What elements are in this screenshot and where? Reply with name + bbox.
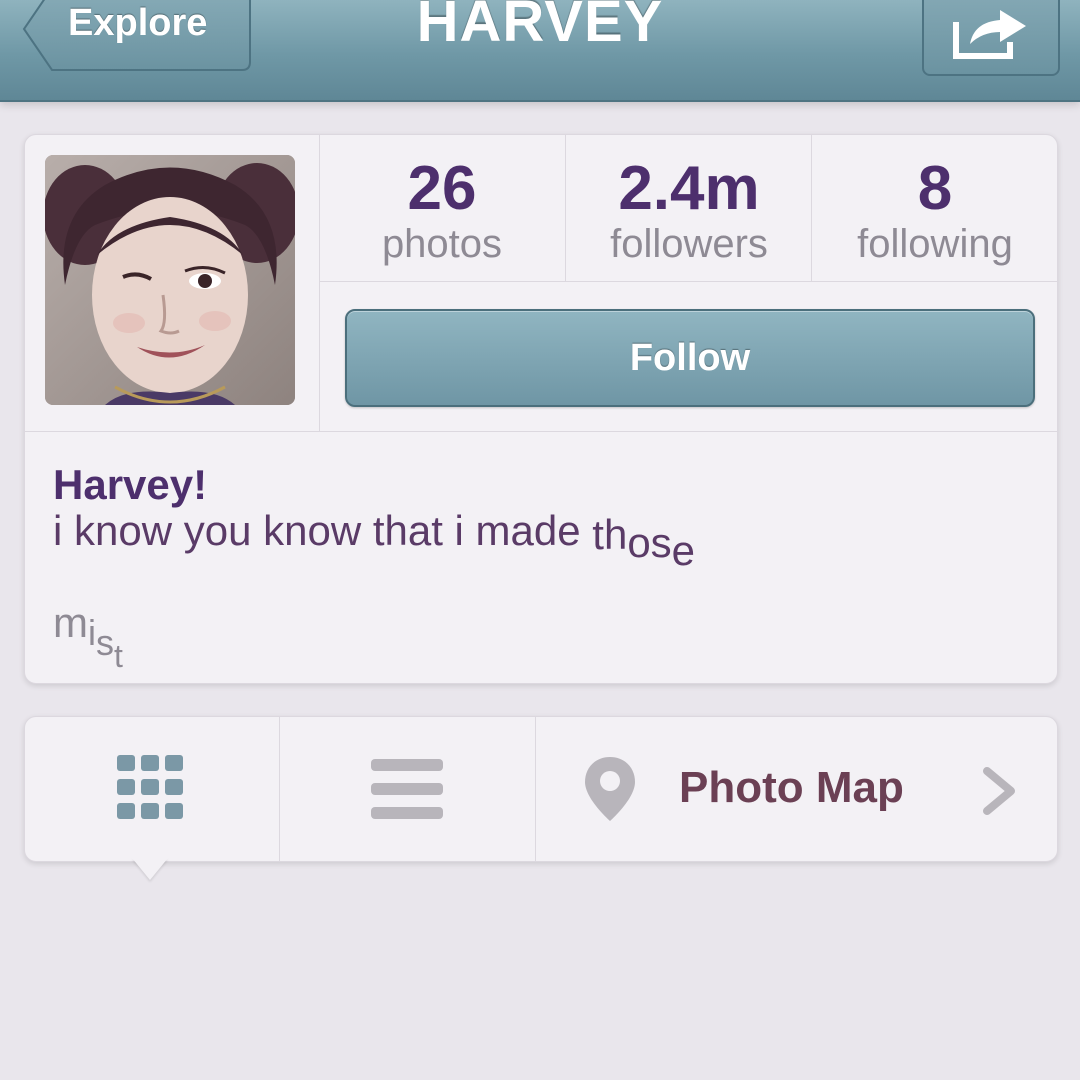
tab-grid-view[interactable] — [25, 717, 280, 861]
stat-followers-label: followers — [610, 222, 768, 266]
share-button[interactable] — [922, 0, 1060, 76]
profile-name: Harvey! — [53, 461, 208, 508]
profile-bio: i know you know that i made those — [53, 507, 695, 574]
bio-text-part: os — [627, 519, 672, 566]
stat-photos-value: 26 — [407, 154, 477, 223]
bio-letter: m — [53, 599, 88, 646]
profile-photo — [45, 155, 295, 405]
stat-following-value: 8 — [917, 154, 953, 223]
photo-map-label: Photo Map — [679, 763, 904, 812]
bio-letter: s — [96, 622, 114, 663]
share-icon — [953, 10, 1026, 59]
bio-letter: t — [114, 638, 123, 674]
stat-following-label: following — [857, 222, 1013, 266]
avatar-cell — [25, 135, 320, 431]
bio-text-main: i know you know that i made — [53, 507, 581, 554]
profile-card: 26 photos 2.4m followers 8 following Fol… — [24, 134, 1058, 684]
location-pin-icon — [585, 757, 635, 821]
bio-text-part: th — [592, 511, 628, 558]
follow-button[interactable]: Follow — [345, 309, 1035, 407]
profile-bio-continued: mist — [53, 599, 123, 674]
active-tab-pointer — [132, 858, 168, 880]
tab-list-view[interactable] — [279, 717, 536, 861]
stat-photos-label: photos — [381, 222, 503, 266]
stat-photos[interactable]: 26 photos — [319, 135, 565, 282]
nav-bar: Explore HARVEY — [0, 0, 1080, 102]
view-tabs: Photo Map — [24, 716, 1058, 862]
page-title: HARVEY — [416, 0, 664, 54]
list-icon — [371, 759, 443, 819]
avatar[interactable] — [45, 155, 295, 405]
stat-following[interactable]: 8 following — [811, 135, 1058, 282]
stat-followers[interactable]: 2.4m followers — [565, 135, 812, 282]
bio-letter: i — [88, 612, 96, 653]
bio-divider — [25, 431, 1057, 432]
grid-icon — [117, 755, 183, 819]
stat-followers-value: 2.4m — [618, 154, 760, 223]
chevron-right-icon — [983, 767, 1015, 815]
tab-photo-map[interactable]: Photo Map — [535, 717, 1057, 861]
bio-text-part: e — [671, 527, 696, 574]
